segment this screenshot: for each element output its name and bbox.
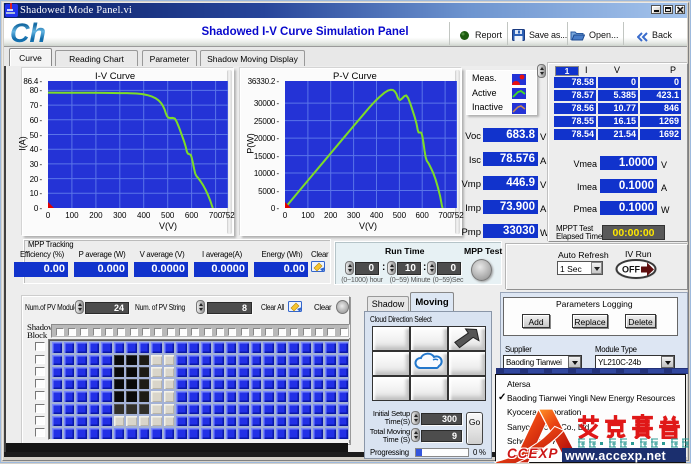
svg-text:Ch: Ch: [10, 19, 46, 47]
svg-text:OFF: OFF: [622, 265, 640, 275]
